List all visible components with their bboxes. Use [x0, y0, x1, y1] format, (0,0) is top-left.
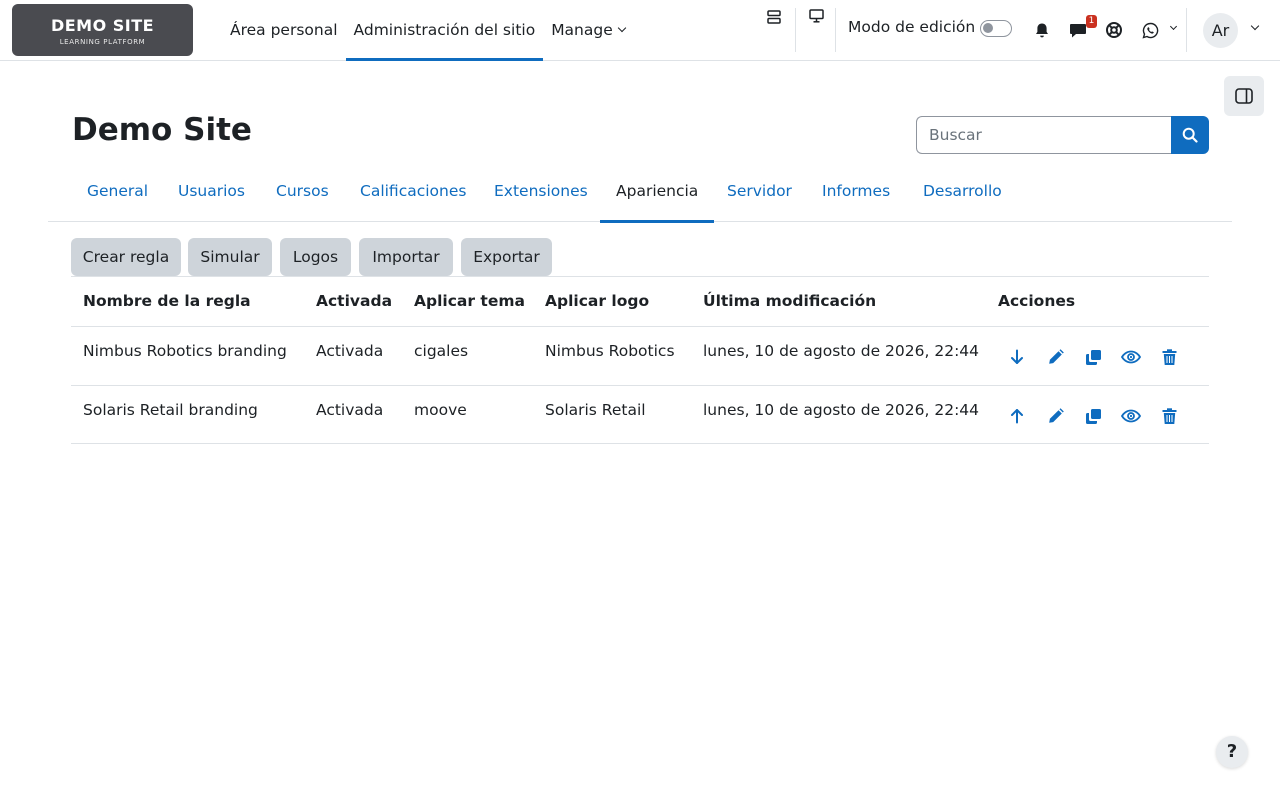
logos-button[interactable]: Logos [280, 238, 351, 276]
monitor-icon[interactable] [806, 7, 826, 25]
rule-modified: lunes, 10 de agosto de 2026, 22:44 [703, 401, 980, 419]
page-title: Demo Site [72, 112, 252, 148]
tab-desarrollo[interactable]: Desarrollo [907, 162, 1018, 222]
bell-icon[interactable] [1032, 20, 1052, 40]
site-logo-name: DEMO SITE [50, 16, 155, 35]
user-menu-chevron-icon[interactable] [1250, 21, 1260, 31]
navbar-divider [835, 8, 836, 52]
import-button[interactable]: Importar [359, 238, 453, 276]
view-icon[interactable] [1120, 346, 1142, 368]
help-button[interactable]: ? [1216, 736, 1248, 768]
table-row: Solaris Retail branding Activada moove S… [71, 385, 1209, 444]
messages-icon[interactable] [1068, 20, 1088, 40]
create-rule-button[interactable]: Crear regla [71, 238, 181, 276]
rule-enabled: Activada [316, 401, 384, 419]
simulate-button[interactable]: Simular [188, 238, 272, 276]
nav-item-label: Administración del sitio [353, 21, 536, 39]
tab-servidor[interactable]: Servidor [711, 162, 808, 222]
rule-theme: cigales [414, 342, 469, 360]
rule-logo: Nimbus Robotics [545, 342, 675, 360]
duplicate-icon[interactable] [1082, 405, 1104, 427]
navbar: DEMO SITE LEARNING PLATFORM Área persona… [0, 0, 1280, 61]
search-icon [1182, 127, 1198, 143]
column-header-actions: Acciones [998, 292, 1076, 310]
rule-name: Nimbus Robotics branding [83, 342, 287, 360]
chevron-down-icon[interactable] [1169, 22, 1178, 31]
tab-usuarios[interactable]: Usuarios [162, 162, 261, 222]
rule-modified: lunes, 10 de agosto de 2026, 22:44 [703, 342, 980, 360]
export-button[interactable]: Exportar [461, 238, 552, 276]
nav-item-manage[interactable]: Manage [543, 0, 633, 60]
chevron-down-icon [617, 23, 627, 33]
primary-navigation: Área personal Administración del sitio M… [222, 0, 633, 61]
edit-mode-toggle[interactable] [980, 20, 1012, 37]
column-header-modified: Última modificación [703, 292, 877, 310]
tab-apariencia[interactable]: Apariencia [600, 162, 715, 223]
tab-calificaciones[interactable]: Calificaciones [344, 162, 482, 222]
nav-item-label: Área personal [230, 21, 338, 39]
rule-enabled: Activada [316, 342, 384, 360]
table-row: Nimbus Robotics branding Activada cigale… [71, 326, 1209, 385]
messages-count-badge: 1 [1086, 15, 1097, 28]
edit-icon[interactable] [1044, 405, 1066, 427]
rules-table: Nombre de la regla Activada Aplicar tema… [71, 276, 1209, 444]
view-icon[interactable] [1120, 405, 1142, 427]
tab-extensiones[interactable]: Extensiones [478, 162, 604, 222]
column-header-theme: Aplicar tema [414, 292, 525, 310]
move-up-icon[interactable] [1006, 405, 1028, 427]
secondary-navigation: General Usuarios Cursos Calificaciones E… [48, 162, 1232, 223]
navbar-divider [1186, 8, 1187, 52]
column-header-logo: Aplicar logo [545, 292, 650, 310]
navbar-divider [795, 8, 796, 52]
edit-icon[interactable] [1044, 346, 1066, 368]
move-down-icon[interactable] [1006, 346, 1028, 368]
delete-icon[interactable] [1158, 346, 1180, 368]
rule-name: Solaris Retail branding [83, 401, 258, 419]
search-form [916, 116, 1209, 154]
table-header-row: Nombre de la regla Activada Aplicar tema… [71, 276, 1209, 326]
site-logo-tagline: LEARNING PLATFORM [59, 38, 146, 46]
delete-icon[interactable] [1158, 405, 1180, 427]
tab-informes[interactable]: Informes [806, 162, 906, 222]
list-layout-icon[interactable] [764, 8, 784, 26]
duplicate-icon[interactable] [1082, 346, 1104, 368]
open-drawer-button[interactable] [1224, 76, 1264, 116]
search-input[interactable] [916, 116, 1174, 154]
rule-logo: Solaris Retail [545, 401, 646, 419]
nav-item-site-admin[interactable]: Administración del sitio [345, 0, 544, 61]
toggle-knob [983, 23, 993, 33]
edit-mode-label: Modo de edición [848, 18, 976, 36]
user-avatar[interactable]: Ar [1203, 13, 1238, 48]
column-header-rule-name: Nombre de la regla [83, 292, 251, 310]
nav-item-label: Manage [551, 21, 613, 39]
lifebuoy-icon[interactable] [1104, 20, 1124, 40]
rule-theme: moove [414, 401, 467, 419]
site-logo[interactable]: DEMO SITE LEARNING PLATFORM [12, 4, 193, 56]
tab-cursos[interactable]: Cursos [260, 162, 345, 222]
search-button[interactable] [1171, 116, 1209, 154]
tab-general[interactable]: General [71, 162, 164, 222]
whatsapp-icon[interactable] [1140, 20, 1160, 40]
column-header-enabled: Activada [316, 292, 393, 310]
nav-item-area-personal[interactable]: Área personal [222, 0, 346, 60]
sidebar-toggle-icon [1235, 88, 1253, 104]
